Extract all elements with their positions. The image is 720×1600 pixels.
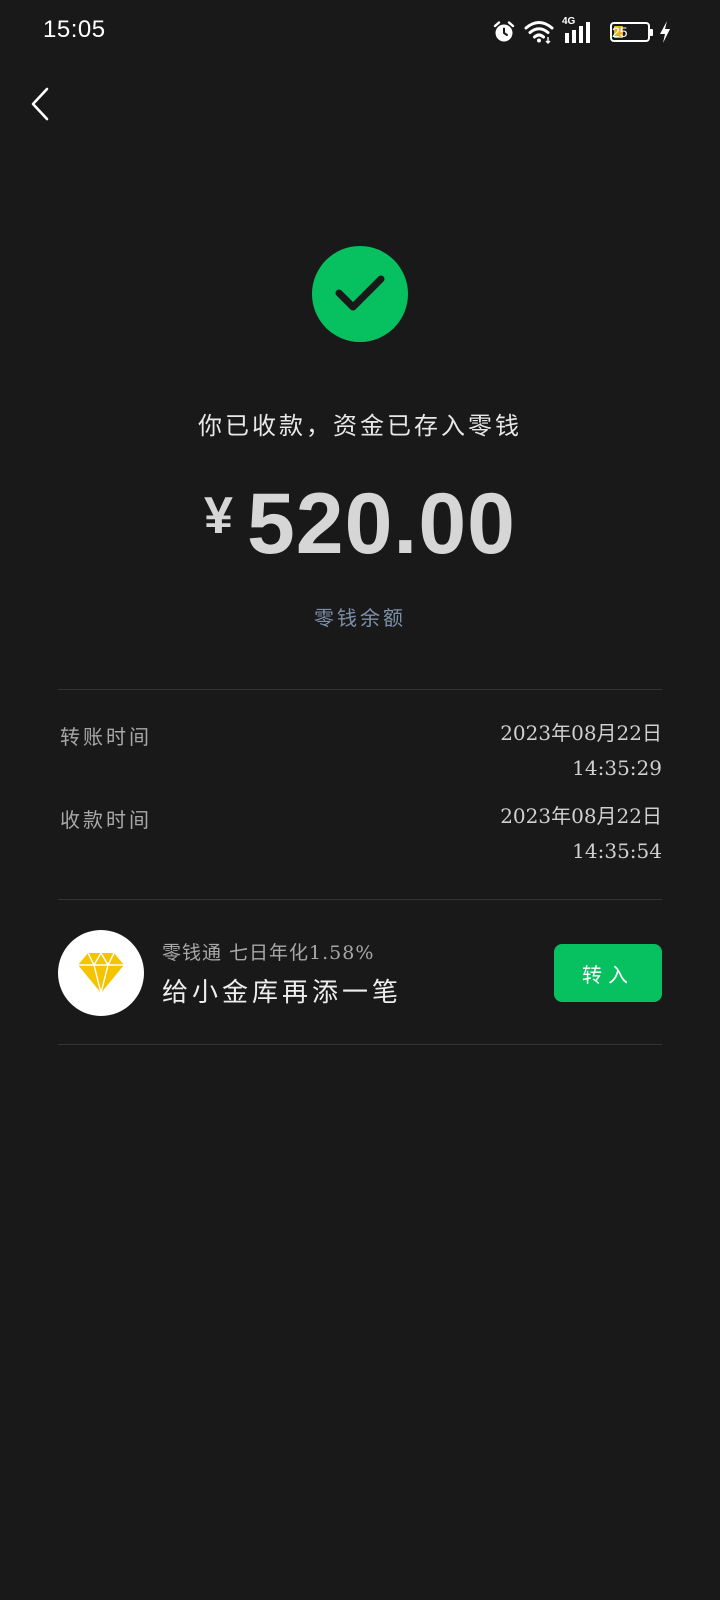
- divider: [58, 899, 662, 900]
- status-bar: 15:05 4G 25: [0, 0, 720, 64]
- divider: [58, 689, 662, 690]
- battery-cap: [650, 29, 653, 36]
- amount-value: 520.00: [246, 476, 516, 572]
- diamond-icon: [78, 951, 124, 994]
- promo-title: 给小金库再添一笔: [162, 978, 403, 1008]
- chevron-left-icon: [31, 87, 49, 121]
- checkmark-icon: [335, 275, 385, 311]
- signal-4g-icon: 4G: [562, 16, 594, 44]
- battery-icon: 25: [610, 22, 653, 42]
- receive-time: 14:35:54: [572, 839, 662, 863]
- amount-display: ¥ 520.00: [0, 478, 720, 570]
- back-button[interactable]: [18, 82, 62, 126]
- status-time: 15:05: [43, 16, 106, 43]
- transfer-in-button[interactable]: 转入: [554, 944, 662, 1002]
- check-circle-icon: [312, 246, 408, 342]
- network-type-label: 4G: [562, 15, 576, 27]
- transfer-time-label: 转账时间: [60, 725, 152, 749]
- promo-card: 零钱通 七日年化1.58% 给小金库再添一笔 转入: [58, 930, 662, 1016]
- alarm-icon: [492, 20, 516, 44]
- status-icons: 4G 25: [492, 16, 672, 45]
- battery-level: 25: [612, 24, 628, 40]
- balance-link[interactable]: 零钱余额: [0, 602, 720, 631]
- currency-symbol: ¥: [204, 487, 233, 545]
- promo-avatar: [58, 930, 144, 1016]
- transfer-time: 14:35:29: [572, 756, 662, 780]
- receive-time-value: 2023年08月22日 14:35:54: [402, 799, 662, 869]
- divider: [58, 1044, 662, 1045]
- transfer-time-value: 2023年08月22日 14:35:29: [402, 716, 662, 786]
- transfer-date: 2023年08月22日: [500, 721, 662, 745]
- charging-icon: [658, 20, 672, 44]
- promo-subtitle: 零钱通 七日年化1.58%: [162, 942, 375, 964]
- wifi-icon: [524, 20, 554, 44]
- received-message: 你已收款，资金已存入零钱: [198, 412, 522, 440]
- receive-time-label: 收款时间: [60, 808, 152, 832]
- receive-date: 2023年08月22日: [500, 804, 662, 828]
